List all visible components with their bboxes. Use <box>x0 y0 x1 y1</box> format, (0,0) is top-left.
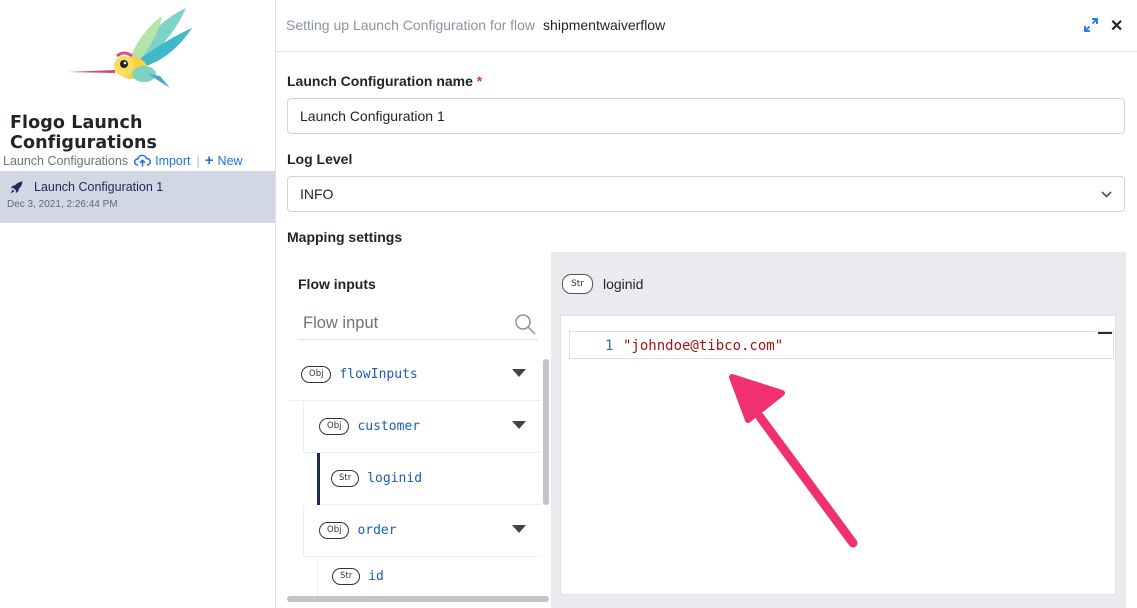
editor-header: Str loginid <box>562 274 643 294</box>
log-level-value: INFO <box>300 186 334 202</box>
flow-input-search[interactable]: Flow input <box>298 308 538 340</box>
flow-name: shipmentwaiverflow <box>543 17 666 33</box>
selection-indicator <box>317 453 320 505</box>
log-level-label: Log Level <box>287 151 353 167</box>
editor-field-name: loginid <box>602 276 644 292</box>
launch-config-name-input[interactable] <box>287 98 1125 134</box>
caret-down-icon[interactable] <box>512 421 526 429</box>
code-text[interactable]: "johndoe@tibco.com" <box>623 338 783 354</box>
mapping-settings-label: Mapping settings <box>287 229 403 245</box>
log-level-select[interactable]: INFO <box>287 176 1125 212</box>
flow-inputs-title: Flow inputs <box>298 276 376 292</box>
search-icon[interactable] <box>514 313 536 335</box>
expand-icon[interactable] <box>1084 18 1098 32</box>
launch-config-name-label: Launch Configuration name * <box>287 73 482 89</box>
vertical-scrollbar[interactable] <box>543 359 549 505</box>
tree-node-id[interactable]: Str id <box>317 557 541 597</box>
rocket-icon <box>10 181 23 193</box>
hummingbird-logo-icon <box>68 8 192 88</box>
new-label: New <box>217 153 243 168</box>
plus-icon: + <box>204 151 214 169</box>
section-label: Launch Configurations <box>3 153 129 168</box>
name-label-text: Launch Configuration name <box>287 73 473 89</box>
type-pill: Obj <box>319 418 350 435</box>
sidebar: Flogo Launch Configurations Launch Confi… <box>0 0 275 608</box>
new-button[interactable]: + New <box>204 151 243 169</box>
launch-config-name: Launch Configuration 1 <box>34 180 164 194</box>
node-name: order <box>357 523 397 538</box>
launch-config-header: Launch Configurations Import | + New <box>0 151 275 170</box>
dialog-title-prefix: Setting up Launch Configuration for flow <box>286 17 536 33</box>
type-pill: Obj <box>301 366 332 383</box>
launch-config-date: Dec 3, 2021, 2:26:44 PM <box>7 199 118 210</box>
separator: | <box>196 153 200 168</box>
type-pill: Str <box>562 274 593 294</box>
caret-down-icon[interactable] <box>512 525 526 533</box>
type-pill: Obj <box>319 522 350 539</box>
node-name: id <box>368 569 384 584</box>
tree-node-loginid[interactable]: Str loginid <box>317 453 541 505</box>
type-pill: Str <box>331 470 360 487</box>
tree-node-customer[interactable]: Obj customer <box>303 401 541 453</box>
node-name: customer <box>357 419 421 434</box>
type-pill: Str <box>332 568 361 585</box>
app-title: Flogo Launch Configurations <box>10 113 158 153</box>
search-placeholder: Flow input <box>303 314 379 332</box>
cloud-upload-icon <box>134 154 152 167</box>
line-number: 1 <box>605 338 614 354</box>
scroll-position-marker <box>1098 332 1112 334</box>
tree-node-order[interactable]: Obj order <box>303 505 541 557</box>
dialog-header: Setting up Launch Configuration for flow… <box>276 0 1137 52</box>
horizontal-scrollbar[interactable] <box>287 596 549 602</box>
tree-node-flowinputs[interactable]: Obj flowInputs <box>288 349 541 401</box>
flow-inputs-panel: Flow inputs Flow input Obj flowInputs Ob… <box>287 252 551 608</box>
caret-down-icon[interactable] <box>512 369 526 377</box>
required-mark: * <box>476 73 483 89</box>
import-label: Import <box>155 153 191 168</box>
dialog-title: Setting up Launch Configuration for flow… <box>286 17 665 33</box>
launch-config-item[interactable]: Launch Configuration 1 Dec 3, 2021, 2:26… <box>0 171 275 223</box>
chevron-down-icon <box>1101 190 1112 198</box>
mapping-editor-panel: Str loginid 1 "johndoe@tibco.com" <box>551 252 1126 608</box>
node-name: flowInputs <box>339 367 418 382</box>
close-icon[interactable]: ✕ <box>1110 16 1123 36</box>
panel-divider <box>275 0 276 608</box>
import-button[interactable]: Import <box>134 153 191 168</box>
code-editor[interactable]: 1 "johndoe@tibco.com" <box>560 315 1116 595</box>
node-name: loginid <box>367 471 423 486</box>
